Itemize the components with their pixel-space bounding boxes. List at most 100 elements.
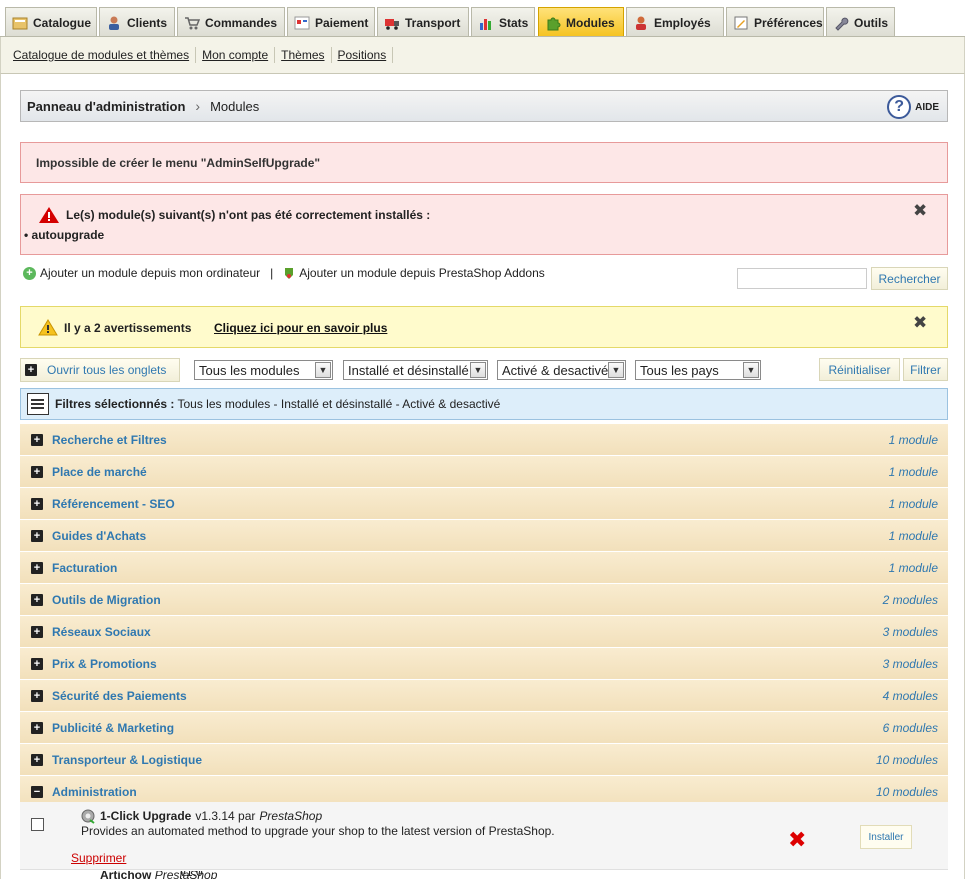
category-name: Référencement - SEO — [52, 496, 175, 511]
category-count: 2 modules — [882, 593, 938, 607]
search-button[interactable]: Rechercher — [871, 267, 948, 290]
module-checkbox[interactable] — [31, 818, 44, 831]
tab-outils[interactable]: Outils — [826, 7, 895, 37]
category-name: Publicité & Marketing — [52, 720, 175, 735]
next-module-name: Artichow — [100, 871, 152, 879]
expand-icon: + — [31, 689, 43, 702]
category-row[interactable]: + Prix & Promotions 3 modules — [20, 648, 948, 680]
selected-filters-bar: Filtres sélectionnés : Tous les modules … — [20, 388, 948, 420]
category-row[interactable]: + Guides d'Achats 1 module — [20, 520, 948, 552]
module-description: Provides an automated method to upgrade … — [81, 824, 555, 838]
submenu-mon-compte[interactable]: Mon compte — [196, 47, 276, 63]
category-name: Place de marché — [52, 464, 147, 479]
not-installed-x-icon: ✖ — [788, 827, 807, 852]
breadcrumb-root[interactable]: Panneau d'administration — [27, 99, 185, 114]
submenu-themes[interactable]: Thèmes — [275, 47, 332, 63]
breadcrumb-current: Modules — [210, 98, 260, 114]
category-row[interactable]: + Transporteur & Logistique 10 modules — [20, 744, 948, 776]
help-button[interactable]: ? AIDE — [887, 95, 939, 119]
tab-preferences[interactable]: Préférences — [726, 7, 824, 37]
add-module-row: + Ajouter un module depuis mon ordinateu… — [23, 266, 545, 280]
chevron-down-icon: ▼ — [470, 362, 486, 378]
install-button[interactable]: Installer — [860, 825, 912, 849]
category-count: 6 modules — [882, 721, 938, 735]
category-count: 3 modules — [882, 625, 938, 639]
category-name: Sécurité des Paiements — [52, 688, 187, 703]
employee-icon — [636, 16, 646, 30]
install-state-select[interactable]: Installé et désinstallé ▼ — [343, 360, 488, 380]
category-row[interactable]: + Place de marché 1 module — [20, 456, 948, 488]
tab-label: Stats — [499, 15, 529, 30]
category-row[interactable]: + Sécurité des Paiements 4 modules — [20, 680, 948, 712]
error-install-title: Le(s) module(s) suivant(s) n'ont pas été… — [38, 206, 430, 224]
module-gear-icon — [81, 809, 95, 824]
submenu-positions[interactable]: Positions — [332, 47, 394, 63]
expand-icon: + — [31, 433, 43, 446]
active-state-select[interactable]: Activé & desactivé ▼ — [497, 360, 626, 380]
collapse-icon: − — [31, 785, 43, 798]
filter-button[interactable]: Filtrer — [903, 358, 948, 381]
modules-select[interactable]: Tous les modules ▼ — [194, 360, 333, 380]
category-row[interactable]: + Réseaux Sociaux 3 modules — [20, 616, 948, 648]
preferences-icon — [734, 16, 748, 29]
tab-stats[interactable]: Stats — [471, 7, 535, 37]
expand-icon: + — [31, 753, 43, 766]
add-from-addons-link[interactable]: Ajouter un module depuis PrestaShop Addo… — [299, 266, 545, 280]
open-all-tabs-button[interactable]: + Ouvrir tous les onglets — [20, 358, 180, 382]
category-count: 1 module — [888, 561, 938, 575]
clients-icon — [109, 16, 119, 30]
category-name: Facturation — [52, 560, 118, 575]
country-value: Tous les pays — [640, 362, 719, 378]
help-label: AIDE — [915, 101, 939, 113]
tab-commandes[interactable]: Commandes — [177, 7, 285, 37]
tab-paiement[interactable]: Paiement — [287, 7, 375, 37]
tab-modules[interactable]: Modules — [538, 7, 624, 37]
category-row[interactable]: + Référencement - SEO 1 module — [20, 488, 948, 520]
tab-clients[interactable]: Clients — [99, 7, 175, 37]
country-select[interactable]: Tous les pays ▼ — [635, 360, 761, 380]
tab-label: Clients — [127, 15, 168, 30]
error-warning-icon — [39, 207, 59, 223]
tab-transport[interactable]: Transport — [377, 7, 469, 37]
category-count: 10 modules — [875, 785, 938, 799]
category-row[interactable]: + Recherche et Filtres 1 module — [20, 424, 948, 456]
addons-icon — [285, 268, 294, 279]
expand-icon: + — [31, 465, 43, 478]
warning-box: Il y a 2 avertissements Cliquez ici pour… — [20, 306, 948, 348]
category-row[interactable]: + Outils de Migration 2 modules — [20, 584, 948, 616]
error-close-icon[interactable]: ✖ — [913, 201, 927, 221]
tab-label: Modules — [566, 15, 615, 30]
chart-icon — [480, 18, 491, 30]
plus-icon: + — [25, 364, 37, 376]
reset-button[interactable]: Réinitialiser — [819, 358, 900, 381]
category-name: Transporteur & Logistique — [52, 752, 203, 767]
category-list: + Recherche et Filtres 1 module + Place de … — [20, 424, 948, 808]
add-separator: | — [270, 266, 274, 280]
tab-employes[interactable]: Employés — [626, 7, 724, 37]
expand-icon: + — [31, 497, 43, 510]
expand-icon: + — [31, 625, 43, 638]
payment-icon — [294, 16, 310, 29]
error-install-message: Le(s) module(s) suivant(s) n'ont pas été… — [20, 194, 948, 255]
module-delete-link[interactable]: Supprimer — [71, 851, 126, 865]
warning-close-icon[interactable]: ✖ — [913, 313, 927, 333]
tab-catalogue[interactable]: Catalogue — [5, 7, 97, 37]
category-name: Prix & Promotions — [52, 656, 157, 671]
warning-details-link[interactable]: Cliquez ici pour en savoir plus — [214, 321, 387, 335]
warning-icon — [38, 319, 58, 336]
modules-select-value: Tous les modules — [199, 362, 300, 378]
help-question-icon: ? — [887, 95, 912, 119]
category-count: 1 module — [888, 465, 938, 479]
tab-label: Employés — [654, 15, 711, 30]
module-search-input[interactable] — [737, 268, 867, 289]
module-title: 1-Click Upgrade v1.3.14 par PrestaShop — [80, 808, 322, 824]
category-row[interactable]: + Publicité & Marketing 6 modules — [20, 712, 948, 744]
add-from-computer-link[interactable]: Ajouter un module depuis mon ordinateur — [40, 266, 260, 280]
category-row[interactable]: + Facturation 1 module — [20, 552, 948, 584]
tab-label: Commandes — [205, 15, 278, 30]
category-name: Administration — [52, 784, 137, 799]
submenu-catalogue-modules[interactable]: Catalogue de modules et thèmes — [7, 47, 197, 63]
chevron-down-icon: ▼ — [315, 362, 331, 378]
breadcrumb-chevron-icon: › — [195, 98, 201, 114]
error-menu-text: Impossible de créer le menu "AdminSelfUp… — [36, 155, 321, 170]
